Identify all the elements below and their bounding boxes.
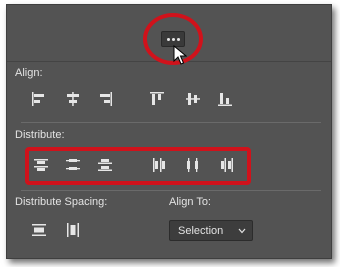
align-left-edges-button[interactable] bbox=[29, 89, 49, 109]
mouse-pointer-icon bbox=[173, 45, 187, 65]
distribute-horizontal-centers-button[interactable] bbox=[183, 155, 203, 175]
distribute-bottom-edges-icon bbox=[98, 159, 112, 171]
chevron-down-icon bbox=[238, 228, 246, 234]
distribute-horizontal-spacing-icon bbox=[67, 223, 79, 237]
align-to-selected-value: Selection bbox=[178, 225, 224, 237]
align-horizontal-centers-button[interactable] bbox=[63, 89, 83, 109]
align-to-select[interactable]: Selection bbox=[169, 220, 253, 241]
distribute-vertical-spacing-button[interactable] bbox=[29, 220, 49, 240]
align-top-edges-icon bbox=[150, 92, 164, 105]
align-bottom-edges-button[interactable] bbox=[215, 89, 235, 109]
align-label: Align: bbox=[15, 67, 43, 79]
section-divider bbox=[21, 190, 321, 191]
distribute-top-edges-icon bbox=[34, 159, 48, 171]
distribute-left-edges-button[interactable] bbox=[149, 155, 169, 175]
align-to-label: Align To: bbox=[169, 196, 211, 208]
distribute-vertical-centers-icon bbox=[66, 159, 80, 170]
align-right-edges-button[interactable] bbox=[95, 89, 115, 109]
distribute-label: Distribute: bbox=[15, 129, 65, 141]
distribute-bottom-edges-button[interactable] bbox=[95, 155, 115, 175]
align-vertical-centers-button[interactable] bbox=[183, 89, 203, 109]
align-top-edges-button[interactable] bbox=[147, 89, 167, 109]
section-divider bbox=[21, 122, 321, 123]
distribute-horizontal-spacing-button[interactable] bbox=[63, 220, 83, 240]
distribute-right-edges-button[interactable] bbox=[217, 155, 237, 175]
align-distribute-panel: Align: Distribute: Distribute Spacing: A… bbox=[6, 4, 332, 259]
align-right-edges-icon bbox=[100, 92, 112, 106]
distribute-top-edges-button[interactable] bbox=[31, 155, 51, 175]
distribute-horizontal-centers-icon bbox=[187, 158, 198, 172]
distribute-left-edges-icon bbox=[153, 158, 165, 172]
distribute-vertical-spacing-icon bbox=[32, 224, 46, 236]
align-horizontal-centers-icon bbox=[67, 92, 79, 106]
distribute-right-edges-icon bbox=[221, 158, 233, 172]
align-bottom-edges-icon bbox=[218, 93, 232, 106]
align-vertical-centers-icon bbox=[186, 93, 200, 105]
distribute-vertical-centers-button[interactable] bbox=[63, 155, 83, 175]
align-left-edges-icon bbox=[32, 92, 44, 106]
distribute-spacing-label: Distribute Spacing: bbox=[15, 196, 108, 208]
